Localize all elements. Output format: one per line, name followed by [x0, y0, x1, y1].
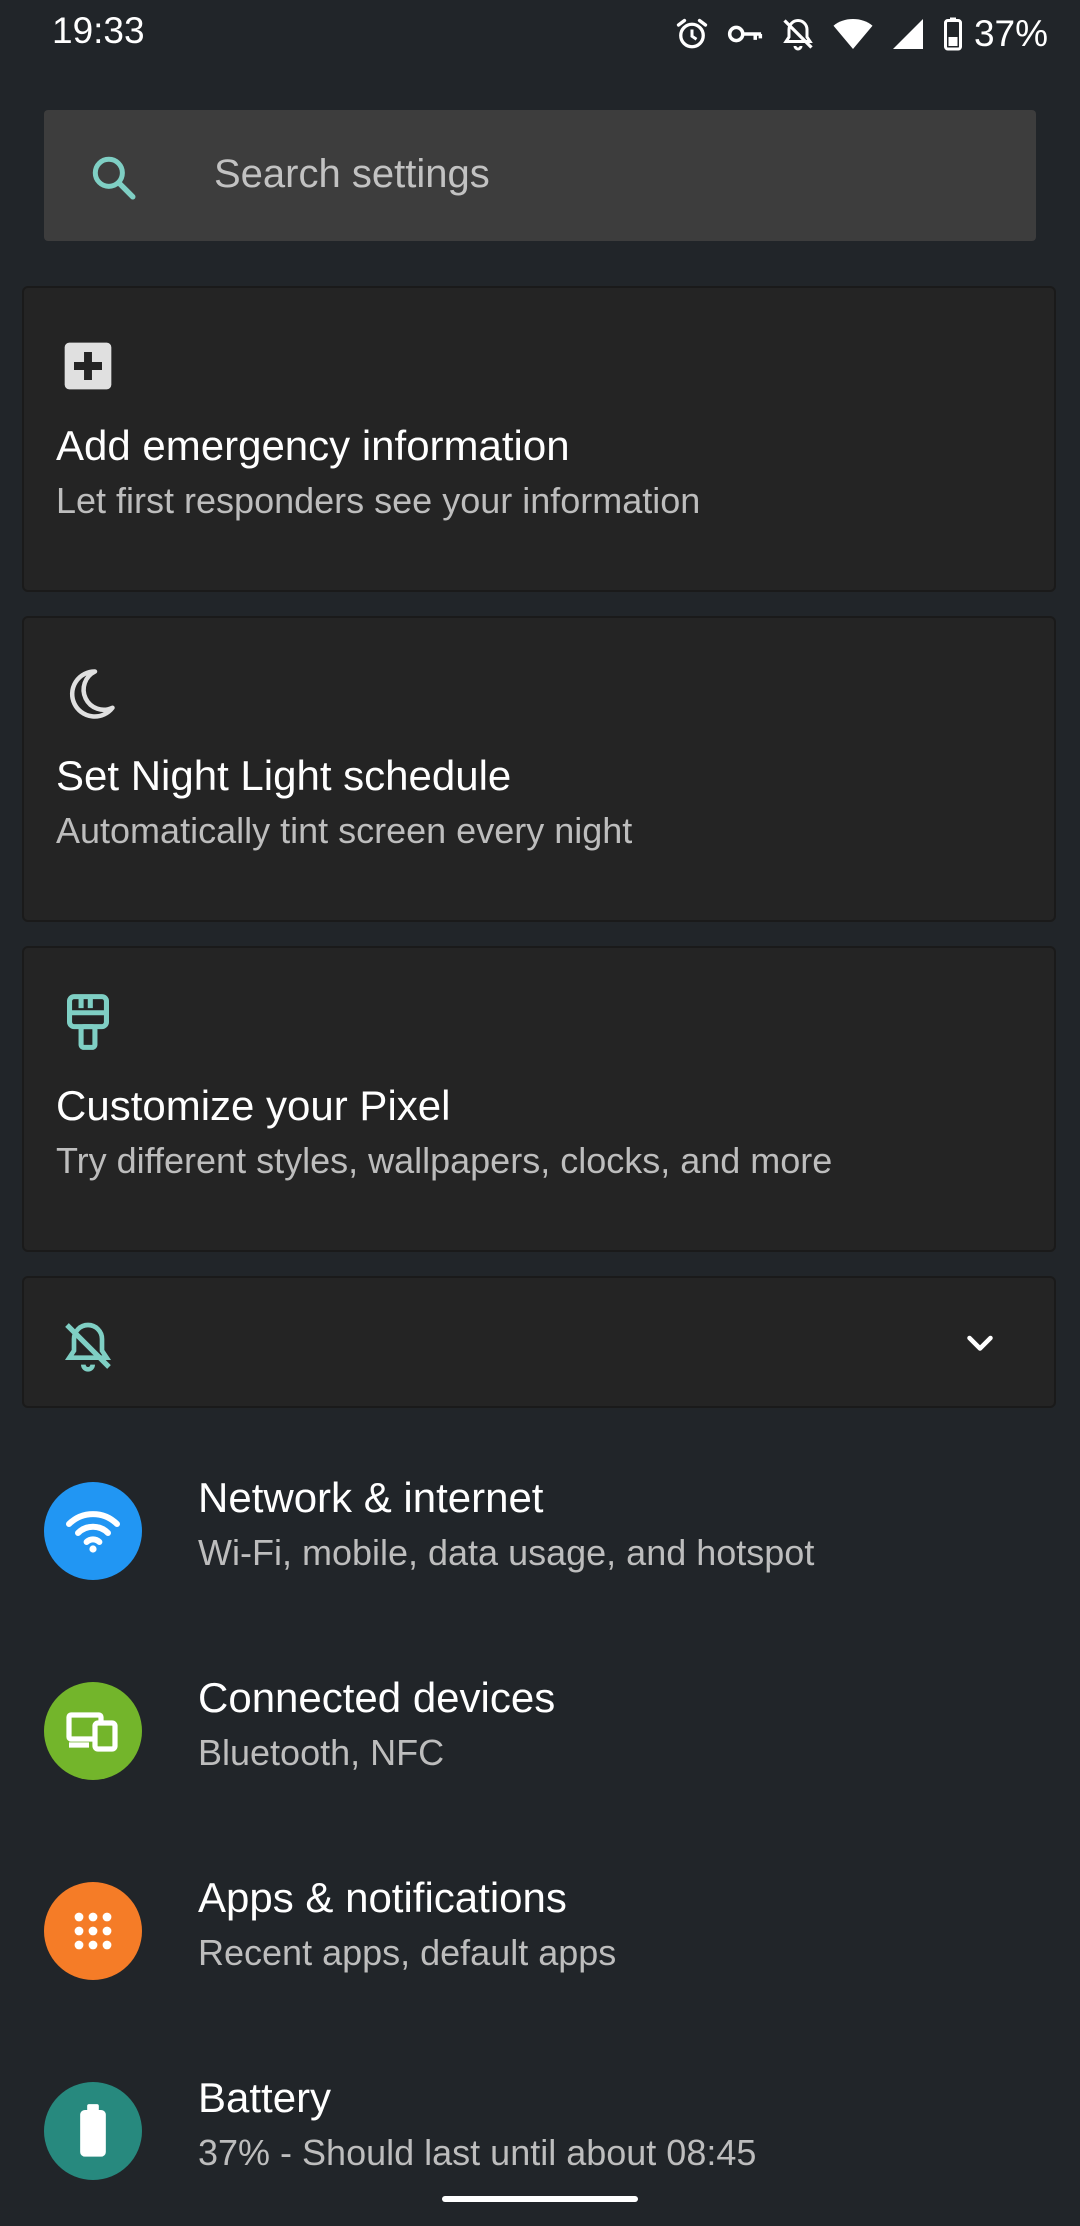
search-icon [88, 152, 138, 202]
battery-percent: 37% [973, 13, 1048, 54]
battery-icon [44, 2082, 142, 2180]
suggestion-card-customize[interactable]: Customize your Pixel Try different style… [22, 946, 1056, 1252]
wifi-icon [44, 1482, 142, 1580]
battery-icon [942, 16, 964, 52]
settings-item-subtitle: Bluetooth, NFC [198, 1732, 445, 1773]
settings-item-title: Connected devices [198, 1674, 556, 1721]
medical-plus-icon [60, 338, 116, 394]
chevron-down-icon[interactable] [960, 1326, 1000, 1362]
wifi-icon [832, 16, 874, 52]
settings-item-title: Battery [198, 2074, 332, 2121]
search-bar[interactable]: Search settings [44, 110, 1036, 241]
vpn-key-icon [726, 16, 764, 52]
card-subtitle: Let first responders see your informatio… [56, 480, 701, 521]
condition-card-do-not-disturb[interactable] [22, 1276, 1056, 1408]
settings-item-title: Apps & notifications [198, 1874, 567, 1921]
settings-item-subtitle: Recent apps, default apps [198, 1932, 617, 1973]
cell-signal-icon [890, 16, 926, 52]
card-subtitle: Try different styles, wallpapers, clocks… [56, 1140, 833, 1181]
suggestion-card-night-light[interactable]: Set Night Light schedule Automatically t… [22, 616, 1056, 922]
alarm-icon [674, 16, 710, 52]
settings-item-network[interactable]: Network & internet Wi-Fi, mobile, data u… [0, 1436, 1080, 1626]
apps-grid-icon [44, 1882, 142, 1980]
card-subtitle: Automatically tint screen every night [56, 810, 633, 851]
settings-item-subtitle: 37% - Should last until about 08:45 [198, 2132, 757, 2173]
notifications-off-icon [60, 1318, 116, 1374]
suggestion-card-emergency[interactable]: Add emergency information Let first resp… [22, 286, 1056, 592]
search-placeholder: Search settings [214, 152, 490, 196]
notifications-off-icon [780, 16, 816, 52]
gesture-nav-handle[interactable] [442, 2196, 638, 2202]
card-title: Add emergency information [56, 422, 570, 469]
settings-item-title: Network & internet [198, 1474, 544, 1521]
settings-item-subtitle: Wi-Fi, mobile, data usage, and hotspot [198, 1532, 815, 1573]
devices-icon [44, 1682, 142, 1780]
status-bar: 19:33 37% [0, 0, 1080, 70]
status-icons: 37% [658, 10, 1048, 58]
paint-brush-icon [60, 992, 116, 1050]
card-title: Set Night Light schedule [56, 752, 512, 799]
card-title: Customize your Pixel [56, 1082, 451, 1129]
status-time: 19:33 [52, 10, 145, 51]
moon-icon [60, 664, 116, 720]
settings-item-apps[interactable]: Apps & notifications Recent apps, defaul… [0, 1836, 1080, 2026]
settings-item-connected-devices[interactable]: Connected devices Bluetooth, NFC [0, 1636, 1080, 1826]
